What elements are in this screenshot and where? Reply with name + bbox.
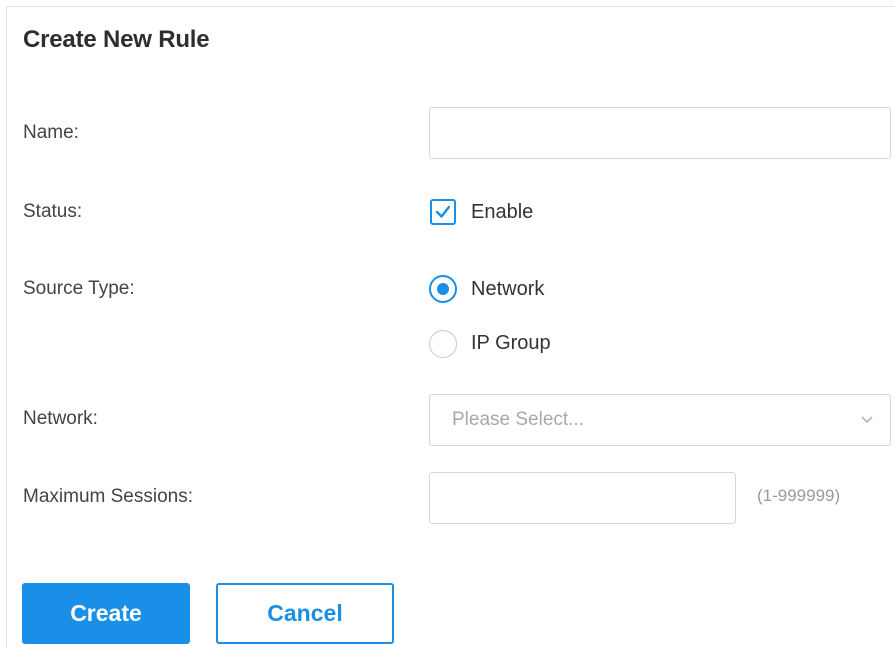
radio-selected-dot [437,283,449,295]
name-input[interactable] [429,107,891,159]
cancel-button[interactable]: Cancel [216,583,394,644]
radio-ip-group[interactable] [429,330,457,358]
max-sessions-range-hint: (1-999999) [757,486,841,505]
enable-checkbox[interactable] [430,199,456,225]
network-label: Network: [23,408,98,429]
radio-ip-group-label[interactable]: IP Group [471,332,551,355]
source-type-label: Source Type: [23,278,135,299]
status-label: Status: [23,201,83,222]
max-sessions-input[interactable] [429,472,736,524]
chevron-down-icon [861,416,873,424]
radio-network-label[interactable]: Network [471,278,544,301]
name-label: Name: [23,122,79,143]
checkmark-icon [435,205,451,218]
network-select[interactable]: Please Select... [429,394,891,446]
network-select-placeholder: Please Select... [452,409,585,430]
dialog-title: Create New Rule [23,26,210,53]
max-sessions-label: Maximum Sessions: [23,486,193,507]
radio-network[interactable] [429,275,457,303]
enable-label[interactable]: Enable [471,201,533,224]
create-button[interactable]: Create [22,583,190,644]
dialog-frame [6,6,895,648]
